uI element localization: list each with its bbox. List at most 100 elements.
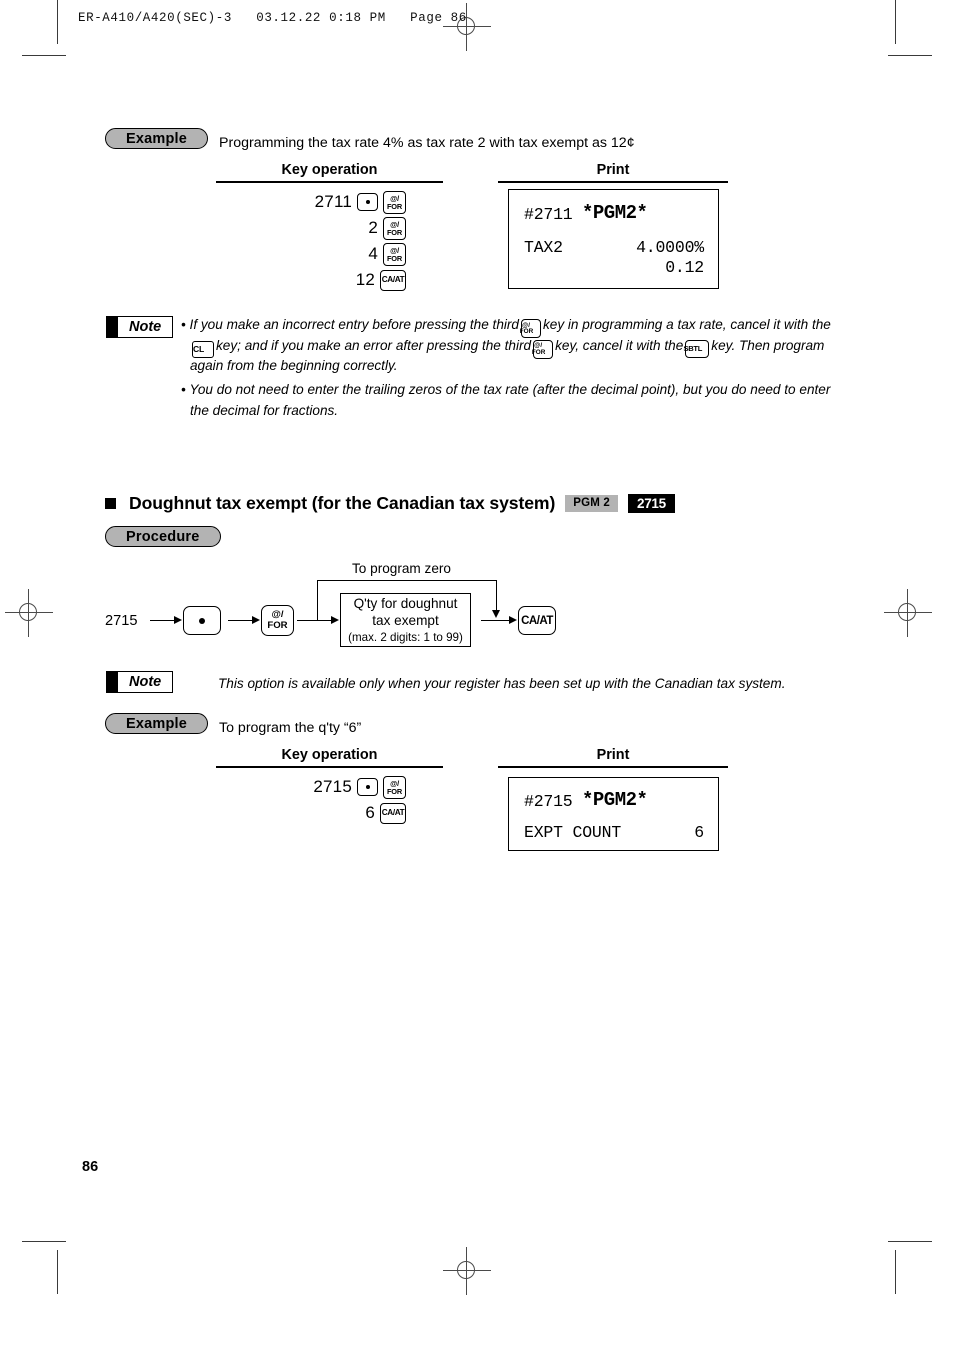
at-for-key-line1: @/ (390, 219, 399, 229)
at-for-key-line2: FOR (531, 348, 546, 356)
at-for-key-icon[interactable]: @/ FOR (383, 242, 406, 266)
example2-key-sequence: 2715 @/ FOR 6 CA/AT (236, 775, 406, 827)
flow-at-for-line2: FOR (267, 619, 288, 631)
ca-at-key-icon[interactable]: CA/AT (380, 802, 406, 824)
at-for-key-icon[interactable]: @/ FOR (383, 190, 406, 214)
key-sequence-row: 4 @/ FOR (236, 242, 406, 266)
flow-at-for-key-icon[interactable]: @/ FOR (261, 605, 294, 636)
at-for-key-line2: FOR (386, 228, 402, 237)
note-badge-label: Note (129, 674, 162, 690)
at-for-key-line1: @/ (390, 245, 399, 255)
cl-key-icon[interactable]: CL (192, 340, 214, 358)
print-header-line: ER-A410/A420(SEC)-3 03.12.22 0:18 PM Pag… (78, 11, 467, 25)
section-title: Doughnut tax exempt (for the Canadian ta… (129, 493, 556, 513)
note2-badge-wrap: Note (106, 671, 174, 697)
note1-bullet2-text: You do not need to enter the trailing ze… (189, 381, 831, 418)
key-entry-number: 2 (368, 218, 378, 237)
crop-mark-top-left-horizontal (22, 55, 66, 56)
key-entry-number: 12 (355, 270, 375, 289)
flow-decimal-point-key-icon[interactable] (183, 606, 221, 635)
pgm-mode-badge: PGM 2 (565, 495, 619, 512)
decimal-point-key-icon[interactable] (357, 778, 378, 796)
flow-bypass-top (317, 580, 497, 582)
receipt-line-1-left: #2711 (524, 205, 573, 224)
key-sequence-row: 6 CA/AT (236, 801, 406, 825)
at-for-key-icon[interactable]: @/FOR (531, 339, 554, 359)
example2-receipt: #2715 *PGM2* EXPT COUNT 6 (508, 777, 719, 851)
note-badge-label: Note (129, 319, 162, 335)
crop-mark-bottom-right-vertical (895, 1250, 896, 1294)
page-number: 86 (82, 1159, 99, 1175)
decimal-point-key-icon[interactable] (357, 193, 378, 211)
note1-bullet1-part1: If you make an incorrect entry before pr… (189, 317, 519, 332)
at-for-key-line2: FOR (386, 787, 402, 796)
at-for-key-line1: @/ (390, 778, 399, 788)
key-sequence-row: 12 CA/AT (236, 268, 406, 292)
note1-body: • If you make an incorrect entry before … (181, 315, 831, 421)
flow-box-line2: tax exempt (372, 612, 439, 628)
at-for-key-line2: FOR (519, 327, 534, 335)
ca-at-key-icon[interactable]: CA/AT (380, 269, 406, 291)
flow-arrow-2-head (252, 616, 260, 624)
example2-caption: To program the q'ty “6” (219, 720, 362, 736)
flow-arrow-4-head (509, 616, 517, 624)
note-badge-marker (107, 672, 118, 692)
receipt-line-1-left: #2715 (524, 792, 573, 811)
receipt-line-2-right: 6 (694, 823, 704, 842)
example1-receipt: #2711 *PGM2* TAX2 4.0000% 0.12 (508, 189, 719, 289)
procedure-badge: Procedure (105, 526, 221, 547)
key-sequence-row: 2 @/ FOR (236, 216, 406, 240)
example2-key-operation-rule (216, 766, 443, 768)
crop-mark-top-right-vertical (895, 0, 896, 44)
flow-ca-at-key-icon[interactable]: CA/AT (518, 606, 556, 635)
crop-mark-bottom-left-vertical (57, 1250, 58, 1294)
receipt-line-3-right: 0.12 (665, 258, 704, 277)
registration-mark-left (5, 589, 53, 637)
at-for-key-line2: FOR (386, 202, 402, 211)
sbtl-key-icon[interactable]: SBTL (683, 340, 710, 359)
receipt-line-2-left: TAX2 (524, 238, 563, 257)
receipt-line-1-right: *PGM2* (582, 202, 648, 224)
procedure-badge-wrap: Procedure (105, 526, 221, 547)
program-code-badge: 2715 (628, 494, 675, 513)
example1-badge-wrap: Example (105, 128, 209, 149)
key-sequence-row: 2711 @/ FOR (236, 190, 406, 214)
key-entry-number: 6 (365, 803, 375, 822)
example2-key-operation-header: Key operation (281, 747, 378, 763)
note1-badge-wrap: Note (106, 316, 174, 342)
example2-badge-wrap: Example (105, 713, 209, 734)
example1-key-operation-rule (216, 181, 443, 183)
flow-bypass-head (492, 610, 500, 618)
flow-zero-branch-label: To program zero (352, 561, 451, 576)
receipt-line-1-right: *PGM2* (582, 789, 648, 811)
example-badge: Example (105, 128, 209, 149)
crop-mark-bottom-right-horizontal (888, 1241, 932, 1242)
key-entry-number: 2715 (313, 777, 352, 796)
key-sequence-row: 2715 @/ FOR (236, 775, 406, 799)
note1-bullet-2: • You do not need to enter the trailing … (181, 381, 831, 418)
crop-mark-bottom-left-horizontal (22, 1241, 66, 1242)
note1-bullet-1: • If you make an incorrect entry before … (181, 317, 831, 374)
flow-bypass-drop (496, 580, 498, 612)
at-for-key-icon[interactable]: @/ FOR (383, 775, 406, 799)
at-for-key-line2: FOR (386, 254, 402, 263)
registration-mark-bottom (443, 1247, 491, 1295)
note-badge-marker (107, 317, 118, 337)
at-for-key-icon[interactable]: @/FOR (519, 318, 541, 338)
flow-box-line3: (max. 2 digits: 1 to 99) (348, 631, 463, 645)
at-for-key-icon[interactable]: @/ FOR (383, 216, 406, 240)
flow-arrow-1-head (174, 616, 182, 624)
flow-arrow-2 (228, 620, 253, 622)
example1-key-sequence: 2711 @/ FOR 2 @/ FOR 4 @/ FOR 12 CA/AT (236, 190, 406, 294)
flow-quantity-box: Q'ty for doughnut tax exempt (max. 2 dig… (340, 593, 471, 647)
note1-bullet1-part2: key in programming a tax rate, cancel it… (542, 317, 831, 332)
at-for-key-line1: @/ (390, 193, 399, 203)
example2-print-rule (498, 766, 728, 768)
flow-arrow-3-head (331, 616, 339, 624)
example-badge: Example (105, 713, 209, 734)
flow-bypass-riser (317, 580, 319, 621)
crop-mark-top-right-horizontal (888, 55, 932, 56)
registration-mark-right (884, 589, 932, 637)
example1-key-operation-header: Key operation (281, 162, 378, 178)
flow-box-line1: Q'ty for doughnut (353, 595, 458, 611)
